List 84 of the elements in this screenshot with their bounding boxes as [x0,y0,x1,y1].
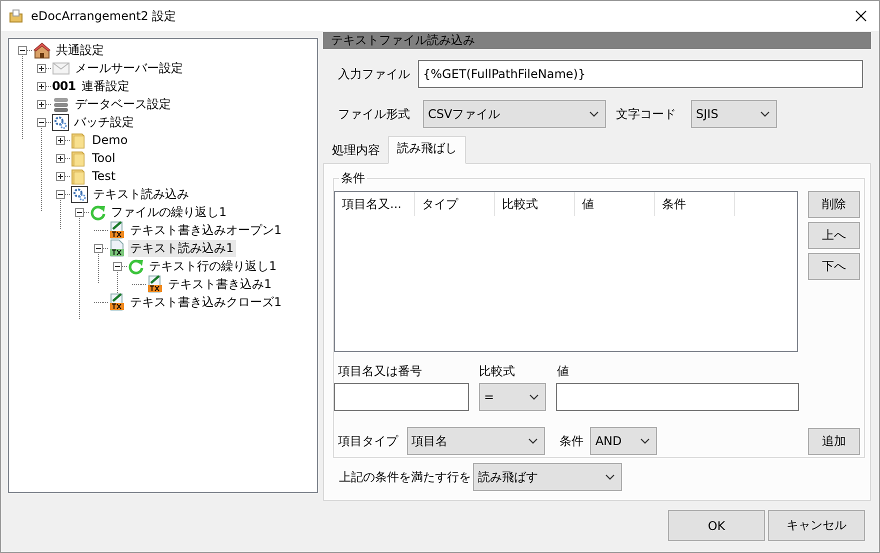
tree-item[interactable]: テキスト書き込みクローズ1 [128,294,284,310]
collapse-toggle[interactable] [113,262,122,270]
caret-icon [605,474,615,480]
tree-item[interactable]: 連番設定 [80,78,132,94]
tab[interactable]: 読み飛ばし [388,136,466,164]
dropdown[interactable]: = [479,383,546,411]
tree-item[interactable]: Tool [90,150,118,166]
collapse-toggle[interactable] [75,208,84,216]
refresh-icon [128,258,144,274]
dropdown[interactable]: AND [590,427,658,455]
text-file-icon [109,293,125,311]
text-file-icon [147,275,163,293]
field-label: 値 [557,363,569,380]
field-label: 上記の条件を満たす行を [339,468,472,486]
collapse-toggle[interactable] [94,244,103,252]
tree-item[interactable]: テキスト行の繰り返し1 [147,258,279,274]
text-file-icon [109,221,125,239]
expand-toggle[interactable] [37,82,46,90]
tree-item[interactable]: テキスト読み込み [91,186,191,202]
side-button[interactable]: 上へ [808,222,860,249]
section-header: テキストファイル読み込み [323,32,871,49]
field-label: 項目名又は番号 [337,363,423,380]
dialog-button[interactable]: OK [668,510,765,541]
column-header[interactable]: 項目名又... [335,192,415,216]
dialog-button[interactable]: キャンセル [768,510,865,541]
tree-item[interactable]: Demo [90,132,130,148]
caret-icon [640,438,650,444]
caret-icon [528,438,538,444]
database-icon [52,96,70,112]
tree-item[interactable]: テキスト書き込み1 [166,276,274,292]
add-button[interactable]: 追加 [808,428,860,454]
folder-icon [71,132,87,148]
envelope-icon [52,61,70,75]
expand-toggle[interactable] [56,172,65,180]
tree-item[interactable]: メールサーバー設定 [73,60,185,76]
side-button[interactable]: 削除 [808,191,860,218]
field-label: 比較式 [479,363,516,380]
tree-item[interactable]: テキスト読み込み1 [128,240,236,256]
gear-icon [52,114,69,130]
group-title: 条件 [339,170,367,187]
caret-icon [529,394,539,400]
expand-toggle[interactable] [37,64,46,72]
column-header[interactable]: タイプ [415,192,495,216]
field-label: ファイル形式 [338,106,411,122]
close-icon[interactable] [855,10,867,22]
window-title: eDocArrangement2 設定 [31,8,178,24]
input-field[interactable] [556,383,799,411]
input-field[interactable] [334,383,469,411]
caret-icon [760,111,770,117]
field-label: 項目タイプ [337,432,400,450]
gear-icon [71,186,88,202]
tree-item[interactable]: バッチ設定 [72,114,136,130]
input-field[interactable]: {%GET(FullPathFileName)} [418,60,863,88]
collapse-toggle[interactable] [18,46,27,54]
tree-item[interactable]: ファイルの繰り返し1 [109,204,229,220]
folder-icon [71,168,87,184]
tree-item[interactable]: Test [90,168,118,184]
folder-icon [71,150,87,166]
column-header[interactable]: 値 [575,192,655,216]
expand-toggle[interactable] [56,136,65,144]
caret-icon [589,111,599,117]
dropdown[interactable]: 読み飛ばす [473,463,622,491]
expand-toggle[interactable] [56,154,65,162]
dropdown[interactable]: SJIS [691,100,777,128]
dropdown[interactable]: CSVファイル [423,100,606,128]
tree-item[interactable]: 共通設定 [54,42,106,58]
dropdown[interactable]: 項目名 [406,427,545,455]
field-label: 入力ファイル [338,66,411,82]
column-header[interactable]: 条件 [655,192,735,216]
list-view[interactable]: 項目名又... タイプ 比較式 値 条件 [334,191,798,352]
field-label: 条件 [560,432,585,450]
expand-toggle[interactable] [37,100,46,108]
collapse-toggle[interactable] [37,118,46,126]
app-icon [9,9,23,23]
refresh-icon [90,204,106,220]
side-button[interactable]: 下へ [808,253,860,280]
text-file-icon [109,239,125,257]
house-icon [33,42,51,58]
collapse-toggle[interactable] [56,190,65,198]
tree-item[interactable]: データベース設定 [73,96,173,112]
column-header[interactable]: 比較式 [495,192,575,216]
field-label: 文字コード [616,106,677,122]
tree-item[interactable]: テキスト書き込みオープン1 [128,222,284,238]
counter-icon: 001 [52,79,76,93]
